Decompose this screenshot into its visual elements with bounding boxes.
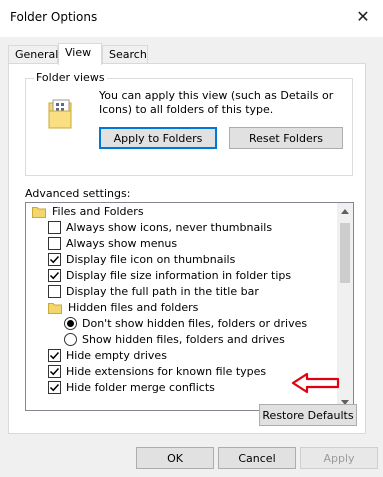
checkbox[interactable]: [48, 284, 61, 298]
checkbox[interactable]: [48, 220, 61, 234]
setting-label: Display the full path in the title bar: [66, 284, 259, 298]
tab-search[interactable]: Search: [102, 45, 148, 64]
radio-selected[interactable]: [64, 316, 77, 330]
tree-item-label: Hidden files and folders: [68, 300, 199, 314]
setting-label: Hide extensions for known file types: [66, 364, 267, 378]
folder-views-description: You can apply this view (such as Details…: [99, 89, 334, 116]
setting-hide-extensions[interactable]: Hide extensions for known file types: [48, 363, 266, 379]
advanced-settings-label: Advanced settings:: [25, 187, 131, 200]
scroll-up-arrow-icon[interactable]: [337, 203, 353, 219]
setting-show-hidden[interactable]: Show hidden files, folders and drives: [64, 331, 285, 347]
setting-label: Always show menus: [66, 236, 178, 250]
checkmark-icon: [49, 255, 60, 263]
tab-general[interactable]: General: [8, 45, 58, 64]
checkmark-icon: [49, 367, 60, 375]
setting-label: Display file size information in folder …: [66, 268, 292, 282]
red-arrow-annotation-icon: [291, 372, 340, 394]
tree-folder-files-and-folders: Files and Folders: [32, 203, 144, 219]
setting-label: Display file icon on thumbnails: [66, 252, 236, 266]
radio[interactable]: [64, 332, 77, 346]
restore-defaults-button[interactable]: Restore Defaults: [259, 404, 357, 426]
view-tab-panel: Folder views You can apply this view (su…: [8, 63, 366, 434]
setting-file-icon-thumbnails[interactable]: Display file icon on thumbnails: [48, 251, 235, 267]
scrollbar-thumb[interactable]: [340, 223, 350, 283]
setting-label: Show hidden files, folders and drives: [82, 332, 285, 346]
close-icon: ✕: [356, 6, 370, 26]
tab-label: View: [65, 46, 92, 59]
setting-hide-merge-conflicts[interactable]: Hide folder merge conflicts: [48, 379, 215, 395]
tree-item-label: Files and Folders: [52, 204, 144, 218]
setting-always-show-menus[interactable]: Always show menus: [48, 235, 177, 251]
checkbox-checked[interactable]: [48, 364, 61, 378]
setting-hide-empty-drives[interactable]: Hide empty drives: [48, 347, 167, 363]
tab-label: Search: [109, 48, 147, 61]
checkbox-checked[interactable]: [48, 268, 61, 282]
setting-always-show-icons[interactable]: Always show icons, never thumbnails: [48, 219, 272, 235]
tab-label: General: [15, 48, 59, 61]
setting-file-size-info[interactable]: Display file size information in folder …: [48, 267, 291, 283]
tree-folder-hidden-files: Hidden files and folders: [48, 299, 198, 315]
window-title: Folder Options: [10, 10, 98, 24]
ok-button[interactable]: OK: [136, 447, 214, 469]
folder-icon: [32, 206, 46, 218]
setting-label: Don't show hidden files, folders or driv…: [82, 316, 308, 330]
checkbox-checked[interactable]: [48, 252, 61, 266]
radio-dot: [67, 319, 74, 327]
setting-dont-show-hidden[interactable]: Don't show hidden files, folders or driv…: [64, 315, 307, 331]
folder-views-group: Folder views You can apply this view (su…: [25, 71, 353, 176]
apply-button[interactable]: Apply: [300, 447, 378, 469]
checkmark-icon: [49, 271, 60, 279]
checkmark-icon: [49, 383, 60, 391]
setting-label: Hide empty drives: [66, 348, 167, 362]
apply-to-folders-button[interactable]: Apply to Folders: [99, 127, 217, 149]
tab-view[interactable]: View: [58, 43, 102, 65]
checkbox[interactable]: [48, 236, 61, 250]
close-button[interactable]: ✕: [343, 0, 383, 32]
setting-label: Hide folder merge conflicts: [66, 380, 215, 394]
folder-views-legend: Folder views: [34, 71, 107, 84]
cancel-button[interactable]: Cancel: [218, 447, 296, 469]
checkbox-checked[interactable]: [48, 380, 61, 394]
folder-icon: [48, 302, 62, 314]
dialog-body: General View Search Folder views You can…: [0, 37, 383, 477]
setting-label: Always show icons, never thumbnails: [66, 220, 273, 234]
folder-views-icon: [48, 99, 72, 129]
title-bar: Folder Options ✕: [0, 0, 383, 37]
checkmark-icon: [49, 351, 60, 359]
reset-folders-button[interactable]: Reset Folders: [229, 127, 343, 149]
setting-full-path-title[interactable]: Display the full path in the title bar: [48, 283, 259, 299]
checkbox-checked[interactable]: [48, 348, 61, 362]
